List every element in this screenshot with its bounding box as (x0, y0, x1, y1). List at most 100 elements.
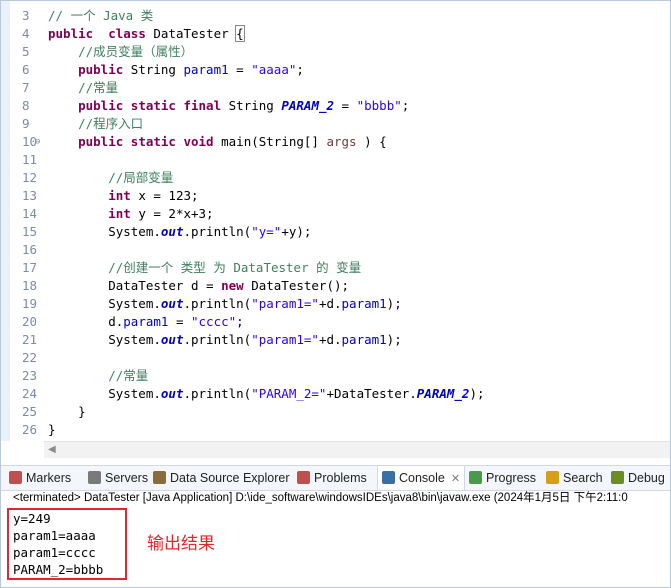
bottom-panel-tabs: Markers Servers Data Source Explorer Proble… (1, 465, 670, 491)
line-number: 15 (22, 224, 38, 239)
close-icon[interactable]: ✕ (451, 473, 460, 485)
problems-icon (297, 471, 310, 484)
code-token: d. (48, 314, 124, 329)
code-token: public (78, 134, 124, 149)
tab-debug[interactable]: Debug (611, 466, 665, 490)
code-token: out (160, 296, 184, 311)
output-annotation: 输出结果 (147, 534, 215, 554)
tab-label: Console (399, 471, 445, 485)
tab-problems[interactable]: Problems (297, 466, 367, 490)
code-token: +d. (318, 332, 342, 347)
code-token: ); (386, 296, 402, 311)
code-line[interactable]: System.out.println("param1="+d.param1); (48, 331, 402, 349)
code-token: } (48, 422, 56, 437)
code-token: ); (469, 386, 485, 401)
line-number: 14 (22, 206, 38, 221)
code-line[interactable]: int y = 2*x+3; (48, 205, 213, 223)
code-token: out (160, 332, 184, 347)
overview-ruler (1, 1, 10, 441)
console-status-line: <terminated> DataTester [Java Applicatio… (13, 492, 628, 504)
code-line[interactable]: //局部变量 (48, 169, 173, 187)
search-icon (546, 471, 559, 484)
code-token: System. (48, 224, 161, 239)
progress-icon (469, 471, 482, 484)
code-line[interactable]: int x = 123; (48, 187, 199, 205)
code-line[interactable]: public class DataTester { (48, 25, 245, 43)
code-token: DataTester(); (243, 278, 350, 293)
markers-icon (9, 471, 22, 484)
line-number: 12 (22, 170, 38, 185)
horizontal-scrollbar[interactable]: ◀ (44, 441, 670, 458)
code-token: +d. (318, 296, 342, 311)
code-line[interactable]: System.out.println("param1="+d.param1); (48, 295, 402, 313)
line-number: 7 (22, 80, 30, 95)
servers-icon (88, 471, 101, 484)
tab-progress[interactable]: Progress (469, 466, 536, 490)
code-token: PARAM_2 (281, 98, 335, 113)
code-line[interactable]: public static void main(String[] args ) … (48, 133, 387, 151)
code-line[interactable]: d.param1 = "cccc"; (48, 313, 244, 331)
code-line[interactable]: public String param1 = "aaaa"; (48, 61, 304, 79)
code-line[interactable]: System.out.println("PARAM_2="+DataTester… (48, 385, 485, 403)
line-number: 9 (22, 116, 30, 131)
code-token: //常量 (108, 368, 149, 383)
tab-console[interactable]: Console ✕ (377, 466, 466, 490)
code-token: int (108, 188, 131, 203)
code-token: ; (296, 62, 304, 77)
code-token: = (228, 62, 252, 77)
scroll-left-arrow-icon[interactable]: ◀ (48, 444, 56, 455)
code-token: public (78, 62, 124, 77)
code-token: .println( (183, 296, 252, 311)
code-token: class (108, 26, 146, 41)
code-token: //程序入口 (78, 116, 144, 131)
code-token: .println( (183, 386, 252, 401)
code-token: PARAM_2 (416, 386, 470, 401)
code-token: ); (386, 332, 402, 347)
code-line[interactable]: //成员变量（属性） (48, 43, 193, 61)
tab-servers[interactable]: Servers (88, 466, 148, 490)
tab-data-source-explorer[interactable]: Data Source Explorer (153, 466, 290, 490)
code-line[interactable]: System.out.println("y="+y); (48, 223, 311, 241)
code-token: public (48, 26, 94, 41)
code-token: param1 (123, 314, 169, 329)
code-editor[interactable]: 3 4 5 6 7 8 9 10 ⊖ 11 12 13 14 15 16 17 18 19 20 21 22 23 24 25… (1, 1, 670, 441)
code-line[interactable]: //常量 (48, 367, 148, 385)
code-token: x = 123; (130, 188, 199, 203)
tab-markers[interactable]: Markers (9, 466, 71, 490)
code-token: } (48, 404, 86, 419)
code-line[interactable]: // 一个 Java 类 (48, 7, 153, 25)
tab-label: Problems (314, 471, 367, 485)
code-token: public (78, 98, 124, 113)
line-number: 3 (22, 8, 30, 23)
tab-label: Servers (105, 471, 149, 485)
code-token: "PARAM_2=" (251, 386, 327, 401)
code-line[interactable]: } (48, 421, 56, 439)
code-token: param1 (341, 332, 387, 347)
code-line[interactable]: //常量 (48, 79, 118, 97)
line-number: 17 (22, 260, 38, 275)
line-number: 23 (22, 368, 38, 383)
line-number: 16 (22, 242, 38, 257)
code-token: new (221, 278, 244, 293)
code-token: //创建一个 类型 为 DataTester 的 变量 (108, 260, 362, 275)
code-token: ; (401, 98, 410, 113)
tab-search[interactable]: Search (546, 466, 603, 490)
line-number: 10 ⊖ (22, 133, 41, 151)
output-highlight-box (7, 508, 127, 580)
code-line[interactable]: public static final String PARAM_2 = "bb… (48, 97, 409, 115)
code-token: //成员变量（属性） (78, 44, 194, 59)
code-line[interactable]: } (48, 403, 86, 421)
code-line[interactable]: DataTester d = new DataTester(); (48, 277, 349, 295)
code-line[interactable]: //创建一个 类型 为 DataTester 的 变量 (48, 259, 361, 277)
fold-collapse-icon[interactable]: ⊖ (35, 133, 40, 151)
line-number: 21 (22, 332, 38, 347)
code-line[interactable]: //程序入口 (48, 115, 143, 133)
code-token: "bbbb" (356, 98, 402, 113)
code-token: ; (236, 314, 244, 329)
